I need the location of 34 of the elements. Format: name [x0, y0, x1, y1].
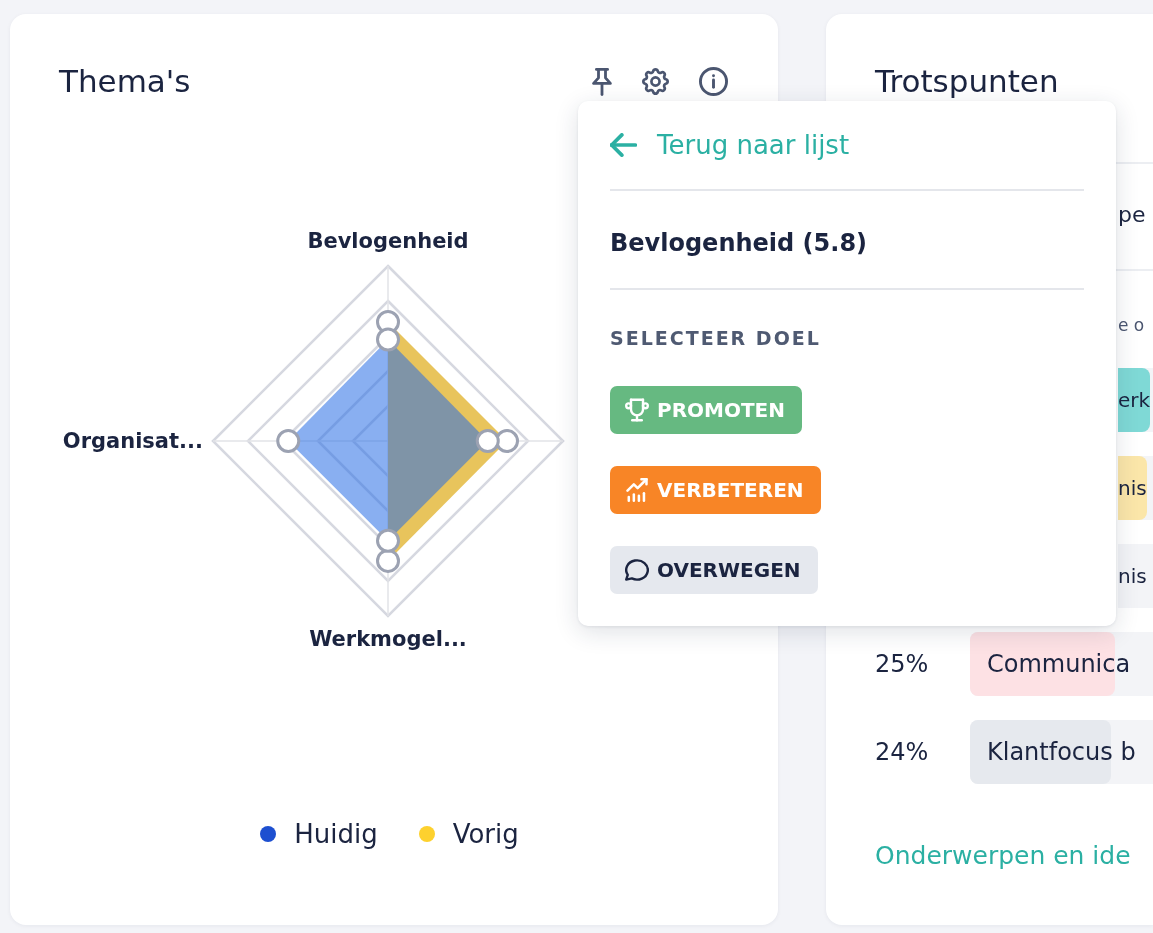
- percent-label: 24%: [875, 737, 930, 768]
- back-link[interactable]: Terug naar lijst: [610, 127, 850, 163]
- axis-label: Werkmogel...: [309, 627, 467, 651]
- card-title: Trotspunten: [875, 63, 1059, 100]
- topic-label: nis: [1118, 563, 1147, 590]
- chart-up-icon: [625, 478, 649, 502]
- legend-label: Vorig: [452, 818, 519, 850]
- topic-label: Communica: [986, 649, 1131, 680]
- legend-label: Huidig: [294, 818, 378, 850]
- data-point: [475, 429, 500, 453]
- row-text: pe: [1118, 201, 1147, 229]
- data-point: [376, 327, 400, 352]
- trophy-icon: [625, 398, 649, 422]
- goal-button[interactable]: OVERWEGEN: [610, 546, 818, 594]
- section-label: SELECTEER DOEL: [610, 326, 822, 351]
- axis-label: Bevlogenheid: [307, 229, 469, 253]
- info-icon[interactable]: [699, 67, 728, 96]
- axis-label: Organisat...: [62, 429, 203, 453]
- speech-bubble-icon: [625, 558, 649, 582]
- settings-icon[interactable]: [642, 68, 669, 95]
- caption-text: e o: [1118, 314, 1146, 337]
- topic-label: erk: [1118, 368, 1151, 432]
- pin-icon[interactable]: [592, 67, 612, 96]
- percent-label: 25%: [875, 649, 930, 680]
- topic-label: nis: [1118, 456, 1147, 520]
- data-point: [276, 429, 301, 453]
- goal-button[interactable]: VERBETEREN: [610, 466, 821, 514]
- data-point: [376, 528, 400, 553]
- goal-button[interactable]: PROMOTEN: [610, 386, 802, 434]
- theme-heading: Bevlogenheid (5.8): [610, 228, 869, 259]
- topic-label: Klantfocus b: [986, 737, 1136, 768]
- arrow-left-icon: [610, 133, 637, 157]
- card-title: Thema's: [59, 63, 191, 100]
- topics-link[interactable]: Onderwerpen en ide: [875, 840, 1131, 872]
